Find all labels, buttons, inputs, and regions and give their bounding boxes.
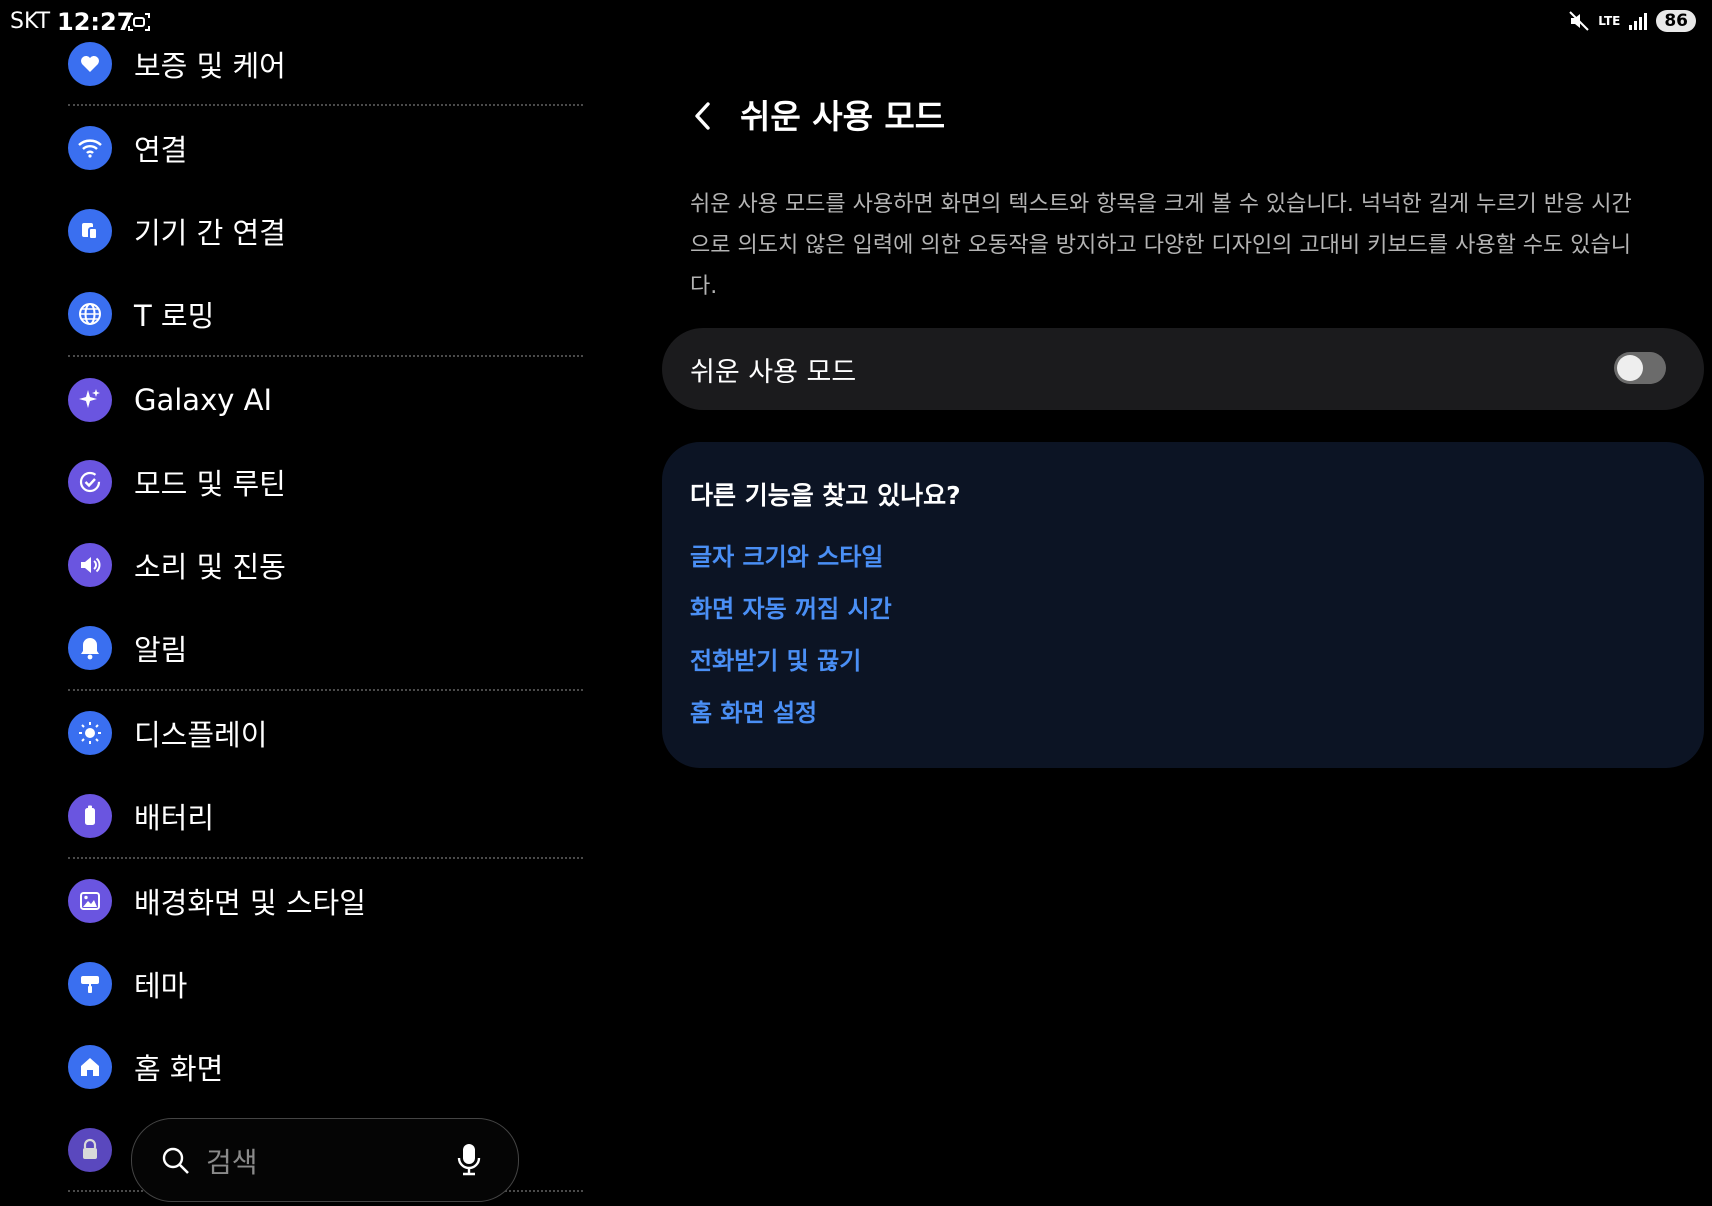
mute-icon xyxy=(1569,11,1589,31)
sidebar-item-label: 보증 및 케어 xyxy=(134,49,286,83)
sparkle-icon xyxy=(68,378,112,422)
sidebar-item-label: 알림 xyxy=(134,633,188,667)
sidebar-item-display[interactable]: 디스플레이 xyxy=(68,703,267,763)
page-title: 쉬운 사용 모드 xyxy=(740,97,946,136)
image-icon xyxy=(68,879,112,923)
divider xyxy=(68,104,583,106)
easy-mode-toggle-row[interactable]: 쉬운 사용 모드 xyxy=(662,328,1704,410)
battery-indicator: 86 xyxy=(1656,10,1696,32)
search-input[interactable]: 검색 xyxy=(206,1141,258,1181)
sidebar-item-label: 홈 화면 xyxy=(134,1052,224,1086)
sidebar-item-label: 소리 및 진동 xyxy=(134,550,286,584)
sidebar-item-home-screen[interactable]: 홈 화면 xyxy=(68,1037,223,1097)
link-home-screen-settings[interactable]: 홈 화면 설정 xyxy=(690,693,817,728)
sidebar-item-galaxy-ai[interactable]: Galaxy AI xyxy=(68,370,272,430)
signal-icon xyxy=(1629,13,1648,30)
sidebar-item-label: 테마 xyxy=(134,969,188,1003)
sidebar-item-warranty-care[interactable]: 보증 및 케어 xyxy=(68,34,286,94)
search-bar[interactable]: 검색 xyxy=(131,1118,519,1202)
settings-sidebar: 보증 및 케어 연결 기기 간 연결 T 로밍 Galaxy AI 모드 및 루… xyxy=(0,0,640,1206)
status-icons: LTE 86 xyxy=(1568,10,1696,32)
sidebar-item-device-connection[interactable]: 기기 간 연결 xyxy=(68,201,286,261)
sidebar-item-label: T 로밍 xyxy=(134,299,215,333)
sidebar-item-label: 연결 xyxy=(134,133,188,167)
sidebar-item-notifications[interactable]: 알림 xyxy=(68,618,187,678)
back-arrow-icon[interactable] xyxy=(688,96,718,136)
sidebar-item-label: 모드 및 루틴 xyxy=(134,467,286,501)
divider xyxy=(68,355,583,357)
heart-shield-icon xyxy=(68,42,112,86)
sidebar-item-security[interactable] xyxy=(68,1120,112,1180)
sidebar-item-label: 기기 간 연결 xyxy=(134,216,286,250)
home-icon xyxy=(68,1045,112,1089)
link-answer-end-calls[interactable]: 전화받기 및 끊기 xyxy=(690,641,861,676)
sidebar-item-connections[interactable]: 연결 xyxy=(68,118,187,178)
devices-icon xyxy=(68,209,112,253)
bell-icon xyxy=(68,626,112,670)
battery-icon xyxy=(68,794,112,838)
wifi-icon xyxy=(68,126,112,170)
sidebar-item-label: 디스플레이 xyxy=(134,718,268,752)
sidebar-item-themes[interactable]: 테마 xyxy=(68,954,187,1014)
sidebar-item-label: 배경화면 및 스타일 xyxy=(134,886,366,920)
network-type: LTE xyxy=(1598,14,1621,28)
sidebar-item-modes-routines[interactable]: 모드 및 루틴 xyxy=(68,452,286,512)
globe-icon xyxy=(68,292,112,336)
sidebar-item-battery[interactable]: 배터리 xyxy=(68,786,214,846)
sidebar-item-t-roaming[interactable]: T 로밍 xyxy=(68,284,214,344)
routine-check-icon xyxy=(68,460,112,504)
divider xyxy=(68,689,583,691)
search-icon[interactable] xyxy=(160,1145,192,1177)
suggestions-title: 다른 기능을 찾고 있나요? xyxy=(690,481,961,510)
easy-mode-switch[interactable] xyxy=(1614,352,1666,384)
sidebar-item-label: 배터리 xyxy=(134,801,215,835)
page-description: 쉬운 사용 모드를 사용하면 화면의 텍스트와 항목을 크게 볼 수 있습니다.… xyxy=(690,192,1632,299)
speaker-icon xyxy=(68,543,112,587)
lock-icon xyxy=(68,1128,112,1172)
sidebar-item-wallpaper-style[interactable]: 배경화면 및 스타일 xyxy=(68,871,366,931)
divider xyxy=(68,857,583,859)
sun-icon xyxy=(68,711,112,755)
switch-knob xyxy=(1617,355,1643,381)
toggle-label: 쉬운 사용 모드 xyxy=(690,357,857,388)
sidebar-item-sound-vibration[interactable]: 소리 및 진동 xyxy=(68,535,286,595)
mic-icon[interactable] xyxy=(454,1141,484,1179)
paintbrush-icon xyxy=(68,962,112,1006)
suggestions-card: 다른 기능을 찾고 있나요? 글자 크기와 스타일 화면 자동 꺼짐 시간 전화… xyxy=(662,442,1704,768)
sidebar-item-label: Galaxy AI xyxy=(134,383,273,417)
link-font-size-style[interactable]: 글자 크기와 스타일 xyxy=(690,537,883,572)
link-screen-timeout[interactable]: 화면 자동 꺼짐 시간 xyxy=(690,589,892,624)
